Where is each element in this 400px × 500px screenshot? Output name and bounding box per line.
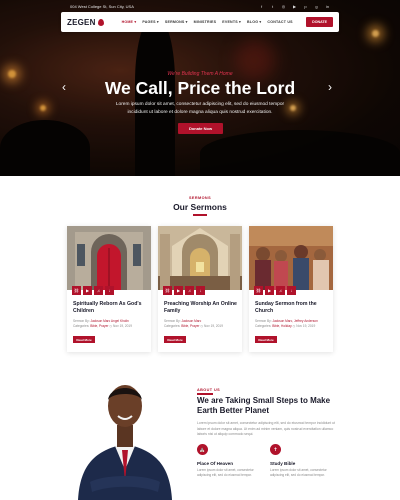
meta-label: Sermon By: — [73, 319, 90, 323]
sermon-meta: Sermon By: Jackson Marc Angel Kholin Cat… — [73, 319, 149, 329]
drop-icon — [97, 18, 104, 26]
main-navbar: ZEGEN HOME ▾ PAGES ▾ SERMONS ▾ MINISTRIE… — [61, 12, 339, 32]
nav-item-pages[interactable]: PAGES ▾ — [142, 20, 159, 24]
sermons-eyebrow: SERMONS — [189, 196, 211, 200]
meta-value[interactable]: Bible, Prayer — [181, 324, 199, 328]
church-icon: ⛪ — [197, 444, 208, 455]
link-icon[interactable]: ⛓ — [72, 286, 81, 295]
sermon-image — [67, 226, 151, 290]
sermon-image — [158, 226, 242, 290]
sermon-title[interactable]: Sunday Sermon from the Church — [255, 301, 329, 315]
sermon-image — [249, 226, 333, 290]
meta-label: Sermon By: — [164, 319, 181, 323]
instagram-icon[interactable]: ◎ — [281, 4, 286, 9]
download-icon[interactable]: ↓ — [287, 286, 296, 295]
sermon-title[interactable]: Preaching Worship An Online Family — [164, 301, 238, 315]
linkedin-icon[interactable]: in — [325, 4, 330, 9]
hero-text: Lorem ipsum dolor sit amet, consectetur … — [115, 102, 285, 115]
feature-text: Lorem ipsum dolor sit amet, consectetur … — [197, 468, 254, 477]
feature-text: Lorem ipsum dolor sit amet, consectetur … — [270, 468, 327, 477]
sermon-card: ⛓ ▶ ♫ ↓ Sunday Sermon from the Church Se… — [249, 226, 333, 352]
bible-icon: ✝ — [270, 444, 281, 455]
meta-value[interactable]: Jackson Marc Angel Kholin — [91, 319, 129, 323]
twitter-icon[interactable]: t — [270, 4, 275, 9]
section-divider — [197, 393, 213, 395]
sermon-card: ⛓ ▶ ♫ ↓ Preaching Worship An Online Fami… — [158, 226, 242, 352]
headphones-icon[interactable]: ♫ — [276, 286, 285, 295]
meta-label: Categories: — [164, 324, 181, 328]
hero-banner: 004 West College St, Sun City, USA f t ◎… — [0, 0, 400, 176]
read-more-button[interactable]: Read More — [164, 336, 186, 343]
social-links: f t ◎ ▶ p g in — [259, 4, 330, 9]
pinterest-icon[interactable]: p — [303, 4, 308, 9]
top-bar: 004 West College St, Sun City, USA f t ◎… — [70, 2, 400, 11]
headphones-icon[interactable]: ♫ — [185, 286, 194, 295]
sermons-title: Our Sermons — [173, 202, 227, 212]
sermon-card: ⛓ ▶ ♫ ↓ Spiritually Reborn As God's Chil… — [67, 226, 151, 352]
about-title: We are Taking Small Steps to Make Earth … — [197, 396, 331, 415]
feature-title: Place Of Heaven — [197, 461, 234, 466]
logo[interactable]: ZEGEN — [67, 18, 104, 27]
nav-item-sermons[interactable]: SERMONS ▾ — [165, 20, 188, 24]
logo-text: ZEGEN — [67, 17, 96, 27]
meta-label: Sermon By: — [255, 319, 272, 323]
page: 004 West College St, Sun City, USA f t ◎… — [0, 0, 400, 500]
hero-title: We Call, Price the Lord — [104, 78, 296, 98]
google-icon[interactable]: g — [314, 4, 319, 9]
play-icon[interactable]: ▶ — [265, 286, 274, 295]
sermon-meta: Sermon By: Jackson Marc, Jeffrey Anderso… — [255, 319, 331, 329]
download-icon[interactable]: ↓ — [196, 286, 205, 295]
section-divider — [193, 214, 207, 216]
sermon-meta: Sermon By: Jackson Marc Categories: Bibl… — [164, 319, 240, 329]
meta-value[interactable]: Jackson Marc, Jeffrey Anderson — [273, 319, 318, 323]
media-icons: ⛓ ▶ ♫ ↓ — [163, 286, 205, 295]
hero-subtitle: We're Building Them A Home — [167, 71, 233, 77]
meta-value[interactable]: Bible, Holiday — [272, 324, 292, 328]
sermon-date: Nov 19, 2019 — [113, 324, 132, 328]
play-icon[interactable]: ▶ — [174, 286, 183, 295]
about-text: Lorem ipsum dolor sit amet, consectetur … — [197, 421, 335, 436]
sermon-title[interactable]: Spiritually Reborn As God's Children — [73, 301, 147, 315]
pastor-photo — [70, 370, 180, 500]
meta-label: Categories: — [73, 324, 90, 328]
nav-item-events[interactable]: EVENTS ▾ — [222, 20, 241, 24]
meta-value[interactable]: Jackson Marc — [182, 319, 202, 323]
facebook-icon[interactable]: f — [259, 4, 264, 9]
sermon-date: Nov 19, 2019 — [204, 324, 223, 328]
media-icons: ⛓ ▶ ♫ ↓ — [254, 286, 296, 295]
link-icon[interactable]: ⛓ — [163, 286, 172, 295]
nav-item-ministries[interactable]: MINISTRIES — [194, 20, 217, 24]
meta-value[interactable]: Bible, Prayer — [90, 324, 108, 328]
download-icon[interactable]: ↓ — [105, 286, 114, 295]
media-icons: ⛓ ▶ ♫ ↓ — [72, 286, 114, 295]
read-more-button[interactable]: Read More — [255, 336, 277, 343]
read-more-button[interactable]: Read More — [73, 336, 95, 343]
address-text: 004 West College St, Sun City, USA — [70, 4, 134, 9]
headphones-icon[interactable]: ♫ — [94, 286, 103, 295]
nav-item-blog[interactable]: BLOG ▾ — [247, 20, 261, 24]
nav-item-contact[interactable]: CONTACT US — [267, 20, 292, 24]
link-icon[interactable]: ⛓ — [254, 286, 263, 295]
play-icon[interactable]: ▶ — [83, 286, 92, 295]
nav-item-home[interactable]: HOME ▾ — [122, 20, 137, 24]
feature-title: Study Bible — [270, 461, 296, 466]
youtube-icon[interactable]: ▶ — [292, 4, 297, 9]
about-eyebrow: ABOUT US — [197, 388, 221, 392]
nav-menu: HOME ▾ PAGES ▾ SERMONS ▾ MINISTRIES EVEN… — [122, 20, 293, 24]
sermon-date: Nov 19, 2019 — [296, 324, 316, 328]
donate-now-button[interactable]: Donate Now — [178, 123, 223, 134]
donate-button[interactable]: DONATE — [306, 17, 333, 27]
meta-label: Categories: — [255, 324, 272, 328]
